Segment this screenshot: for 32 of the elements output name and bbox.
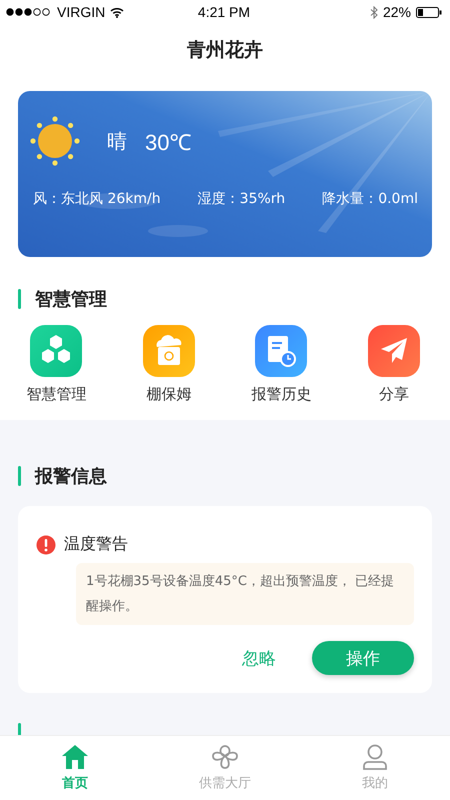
tab-item[interactable]: 供需大厅 bbox=[150, 736, 300, 800]
carrier-name: VIRGIN bbox=[57, 4, 106, 20]
alert-message: 1号花棚35号设备温度45°C，超出预警温度， 已经提醒操作。 bbox=[76, 563, 414, 625]
section-title: 报警信息 bbox=[35, 465, 107, 488]
tab-item[interactable]: 首页 bbox=[0, 736, 150, 800]
feature-button[interactable]: 智慧管理 bbox=[6, 325, 106, 404]
document-clock-icon bbox=[265, 334, 298, 368]
ignore-button[interactable]: 忽略 bbox=[236, 646, 282, 670]
battery-percent: 22% bbox=[382, 4, 411, 20]
weather-condition: 晴 bbox=[107, 128, 127, 154]
weather-detail: 降水量：0.0ml bbox=[322, 190, 418, 208]
weather-detail: 湿度：35%rh bbox=[198, 190, 286, 208]
temperature: 30℃ bbox=[145, 129, 192, 156]
clover-icon bbox=[211, 744, 239, 770]
wifi-icon bbox=[110, 6, 124, 18]
feature-button[interactable]: 分享 bbox=[344, 325, 444, 404]
signal-icon bbox=[6, 8, 52, 16]
clock-time: 4:21 PM bbox=[198, 4, 250, 20]
tab-item[interactable]: 我的 bbox=[300, 736, 450, 800]
home-icon bbox=[61, 744, 89, 770]
sun-icon bbox=[30, 116, 80, 166]
feature-button[interactable]: 报警历史 bbox=[231, 325, 332, 404]
battery-icon bbox=[416, 6, 442, 18]
alert-title: 温度警告 bbox=[64, 534, 128, 555]
feature-button[interactable]: 棚保姆 bbox=[118, 325, 219, 404]
page-title: 青州花卉 bbox=[187, 38, 263, 63]
warning-icon bbox=[36, 534, 56, 554]
section-title: 智慧管理 bbox=[35, 288, 107, 311]
person-icon bbox=[361, 744, 389, 770]
operate-button[interactable]: 操作 bbox=[312, 641, 414, 675]
bluetooth-icon bbox=[370, 6, 378, 18]
weather-detail: 风：东北风 26km/h bbox=[33, 190, 161, 208]
